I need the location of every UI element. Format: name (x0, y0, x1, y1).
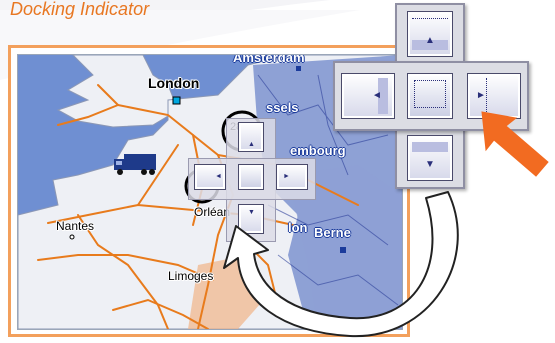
large-dock-center-dotted-frame (414, 80, 446, 108)
large-dock-left-button[interactable]: ◄ (341, 73, 395, 119)
city-label-brussels: ssels (266, 100, 299, 115)
large-dock-right-button[interactable]: ► (467, 73, 521, 119)
large-dock-indicator: ▲ ◄ ► ▼ (333, 3, 529, 189)
small-dock-left-arrow-icon: ◄ (215, 173, 222, 180)
large-dock-center-button[interactable] (407, 73, 453, 119)
large-dock-top-button[interactable]: ▲ (407, 11, 453, 57)
large-dock-right-dotted-line (486, 78, 487, 114)
city-label-london: London (148, 75, 200, 91)
small-dock-bottom-button[interactable]: ▼ (238, 204, 264, 234)
large-dock-left-arrow-icon: ◄ (372, 90, 382, 101)
small-dock-down-arrow-icon: ▼ (248, 209, 255, 216)
large-dock-down-arrow-icon: ▼ (425, 159, 435, 170)
city-label-nantes: Nantes (56, 219, 95, 233)
city-label-bern: Berne (314, 225, 351, 240)
city-label-limoges: Limoges (168, 269, 214, 283)
small-dock-indicator: ▲ ◄ ► ▼ (188, 118, 316, 242)
large-dock-top-dotted-line (412, 18, 448, 19)
large-dock-right-arrow-icon: ► (476, 90, 486, 101)
small-dock-center-button[interactable] (238, 164, 264, 190)
small-dock-up-arrow-icon: ▲ (248, 141, 255, 148)
large-dock-bottom-button[interactable]: ▼ (407, 135, 453, 181)
large-dock-bottom-bar (412, 142, 448, 152)
large-dock-up-arrow-icon: ▲ (425, 35, 435, 46)
small-dock-right-button[interactable]: ► (276, 164, 308, 190)
small-dock-right-arrow-icon: ► (283, 173, 290, 180)
page-title: Docking Indicator (10, 0, 150, 19)
city-label-amsterdam: Amsterdam (233, 54, 305, 65)
small-dock-top-button[interactable]: ▲ (238, 122, 264, 152)
small-dock-left-button[interactable]: ◄ (194, 164, 226, 190)
